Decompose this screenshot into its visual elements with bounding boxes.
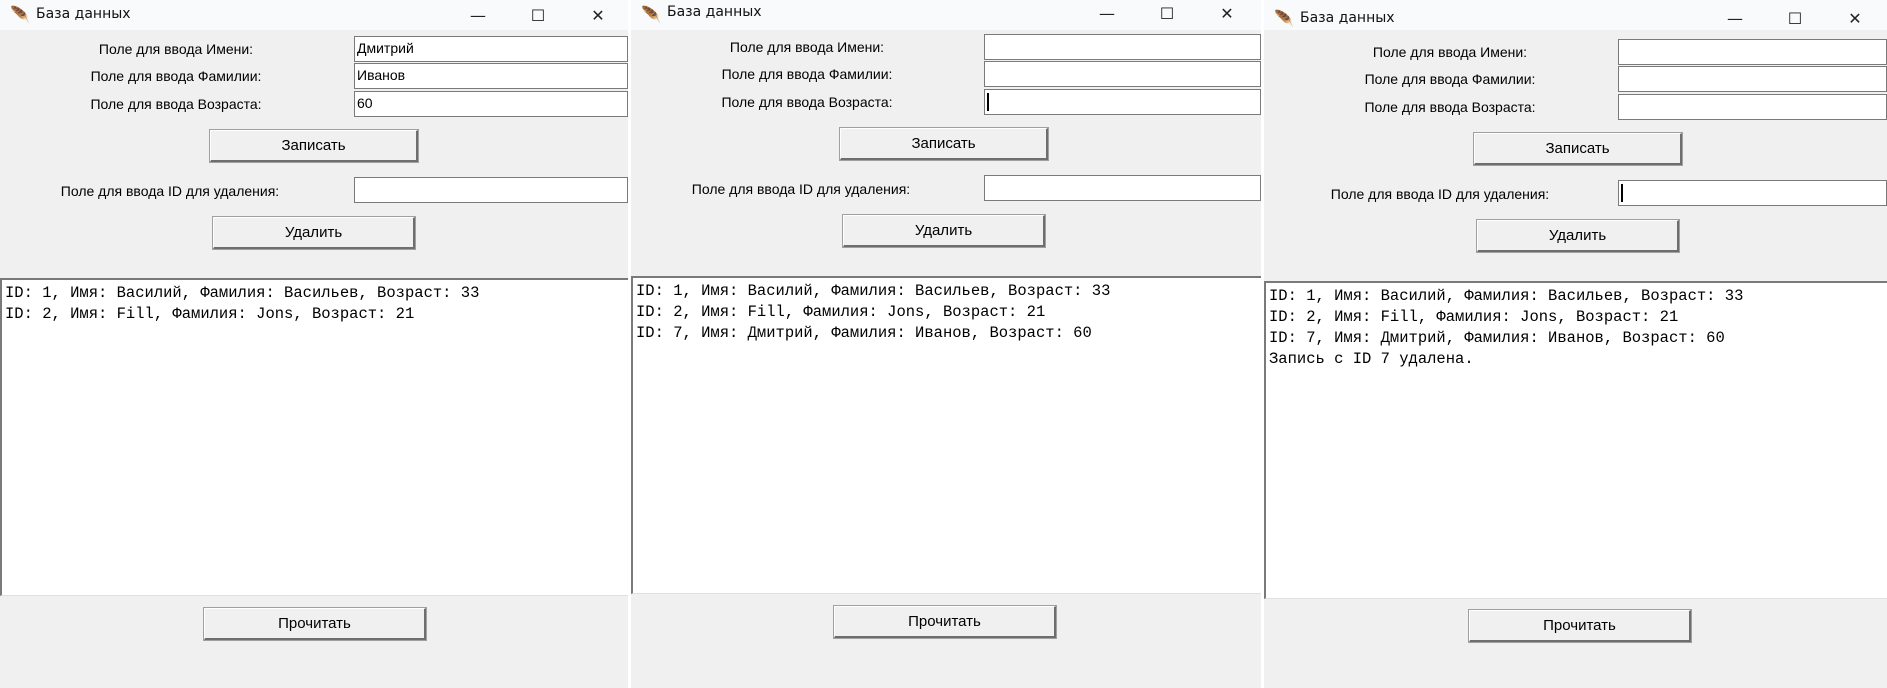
delete-id-label: Поле для ввода ID для удаления: bbox=[60, 183, 280, 199]
title-bar[interactable]: 🪶 База данных — ☐ ✕ bbox=[1264, 0, 1887, 30]
output-textbox[interactable]: ID: 1, Имя: Василий, Фамилия: Васильев, … bbox=[0, 278, 628, 596]
app-window-3: 🪶 База данных — ☐ ✕ Поле для ввода Имени… bbox=[1264, 0, 1887, 688]
output-line: ID: 1, Имя: Василий, Фамилия: Васильев, … bbox=[5, 284, 480, 302]
output-line: ID: 1, Имя: Василий, Фамилия: Васильев, … bbox=[1269, 287, 1744, 305]
name-field[interactable] bbox=[984, 34, 1261, 60]
age-label: Поле для ввода Возраста: bbox=[90, 96, 262, 112]
minimize-icon[interactable]: — bbox=[448, 0, 508, 30]
read-button[interactable]: Прочитать bbox=[1468, 609, 1692, 643]
app-window-1: 🪶 База данных — ☐ ✕ Поле для ввода Имени… bbox=[0, 0, 628, 688]
output-line: ID: 2, Имя: Fill, Фамилия: Jons, Возраст… bbox=[5, 305, 415, 323]
maximize-icon[interactable]: ☐ bbox=[1765, 3, 1825, 33]
name-field[interactable] bbox=[1618, 39, 1887, 65]
app-window-2: 🪶 База данных — ☐ ✕ Поле для ввода Имени… bbox=[631, 0, 1261, 688]
output-line: ID: 1, Имя: Василий, Фамилия: Васильев, … bbox=[636, 282, 1111, 300]
feather-icon: 🪶 bbox=[1274, 9, 1294, 28]
age-label: Поле для ввода Возраста: bbox=[721, 94, 893, 110]
text-caret bbox=[1621, 184, 1623, 202]
minimize-icon[interactable]: — bbox=[1077, 0, 1137, 28]
age-field[interactable] bbox=[984, 89, 1261, 115]
delete-id-field[interactable] bbox=[354, 177, 628, 203]
delete-id-label: Поле для ввода ID для удаления: bbox=[1330, 186, 1550, 202]
window-title: База данных bbox=[1300, 10, 1395, 26]
age-label: Поле для ввода Возраста: bbox=[1364, 99, 1536, 115]
age-field[interactable]: 60 bbox=[354, 91, 628, 117]
close-icon[interactable]: ✕ bbox=[568, 0, 628, 30]
close-icon[interactable]: ✕ bbox=[1197, 0, 1257, 28]
title-bar[interactable]: 🪶 База данных — ☐ ✕ bbox=[631, 0, 1261, 30]
output-line: Запись с ID 7 удалена. bbox=[1269, 350, 1474, 368]
surname-label: Поле для ввода Фамилии: bbox=[1364, 71, 1536, 87]
delete-id-field[interactable] bbox=[984, 175, 1261, 201]
surname-label: Поле для ввода Фамилии: bbox=[90, 68, 262, 84]
output-line: ID: 7, Имя: Дмитрий, Фамилия: Иванов, Во… bbox=[1269, 329, 1725, 347]
name-label: Поле для ввода Имени: bbox=[1372, 44, 1528, 60]
write-button[interactable]: Записать bbox=[209, 129, 419, 163]
delete-button[interactable]: Удалить bbox=[842, 214, 1046, 248]
feather-icon: 🪶 bbox=[10, 5, 30, 24]
delete-button[interactable]: Удалить bbox=[212, 216, 416, 250]
age-field[interactable] bbox=[1618, 94, 1887, 120]
window-title: База данных bbox=[667, 4, 762, 20]
surname-field[interactable] bbox=[984, 61, 1261, 87]
window-title: База данных bbox=[36, 6, 131, 22]
maximize-icon[interactable]: ☐ bbox=[1137, 0, 1197, 28]
write-button[interactable]: Записать bbox=[839, 127, 1049, 161]
close-icon[interactable]: ✕ bbox=[1825, 3, 1885, 33]
name-field[interactable]: Дмитрий bbox=[354, 36, 628, 62]
delete-id-label: Поле для ввода ID для удаления: bbox=[691, 181, 911, 197]
surname-field[interactable] bbox=[1618, 66, 1887, 92]
output-line: ID: 2, Имя: Fill, Фамилия: Jons, Возраст… bbox=[1269, 308, 1679, 326]
read-button[interactable]: Прочитать bbox=[203, 607, 427, 641]
surname-label: Поле для ввода Фамилии: bbox=[721, 66, 893, 82]
delete-id-field[interactable] bbox=[1618, 180, 1887, 206]
maximize-icon[interactable]: ☐ bbox=[508, 0, 568, 30]
title-bar[interactable]: 🪶 База данных — ☐ ✕ bbox=[0, 0, 628, 30]
name-label: Поле для ввода Имени: bbox=[98, 41, 254, 57]
read-button[interactable]: Прочитать bbox=[833, 605, 1057, 639]
name-label: Поле для ввода Имени: bbox=[729, 39, 885, 55]
feather-icon: 🪶 bbox=[641, 5, 661, 24]
output-textbox[interactable]: ID: 1, Имя: Василий, Фамилия: Васильев, … bbox=[1264, 281, 1887, 599]
write-button[interactable]: Записать bbox=[1473, 132, 1683, 166]
delete-button[interactable]: Удалить bbox=[1476, 219, 1680, 253]
output-line: ID: 7, Имя: Дмитрий, Фамилия: Иванов, Во… bbox=[636, 324, 1092, 342]
surname-field[interactable]: Иванов bbox=[354, 63, 628, 89]
minimize-icon[interactable]: — bbox=[1705, 3, 1765, 33]
output-textbox[interactable]: ID: 1, Имя: Василий, Фамилия: Васильев, … bbox=[631, 276, 1261, 594]
text-caret bbox=[987, 93, 989, 111]
output-line: ID: 2, Имя: Fill, Фамилия: Jons, Возраст… bbox=[636, 303, 1046, 321]
